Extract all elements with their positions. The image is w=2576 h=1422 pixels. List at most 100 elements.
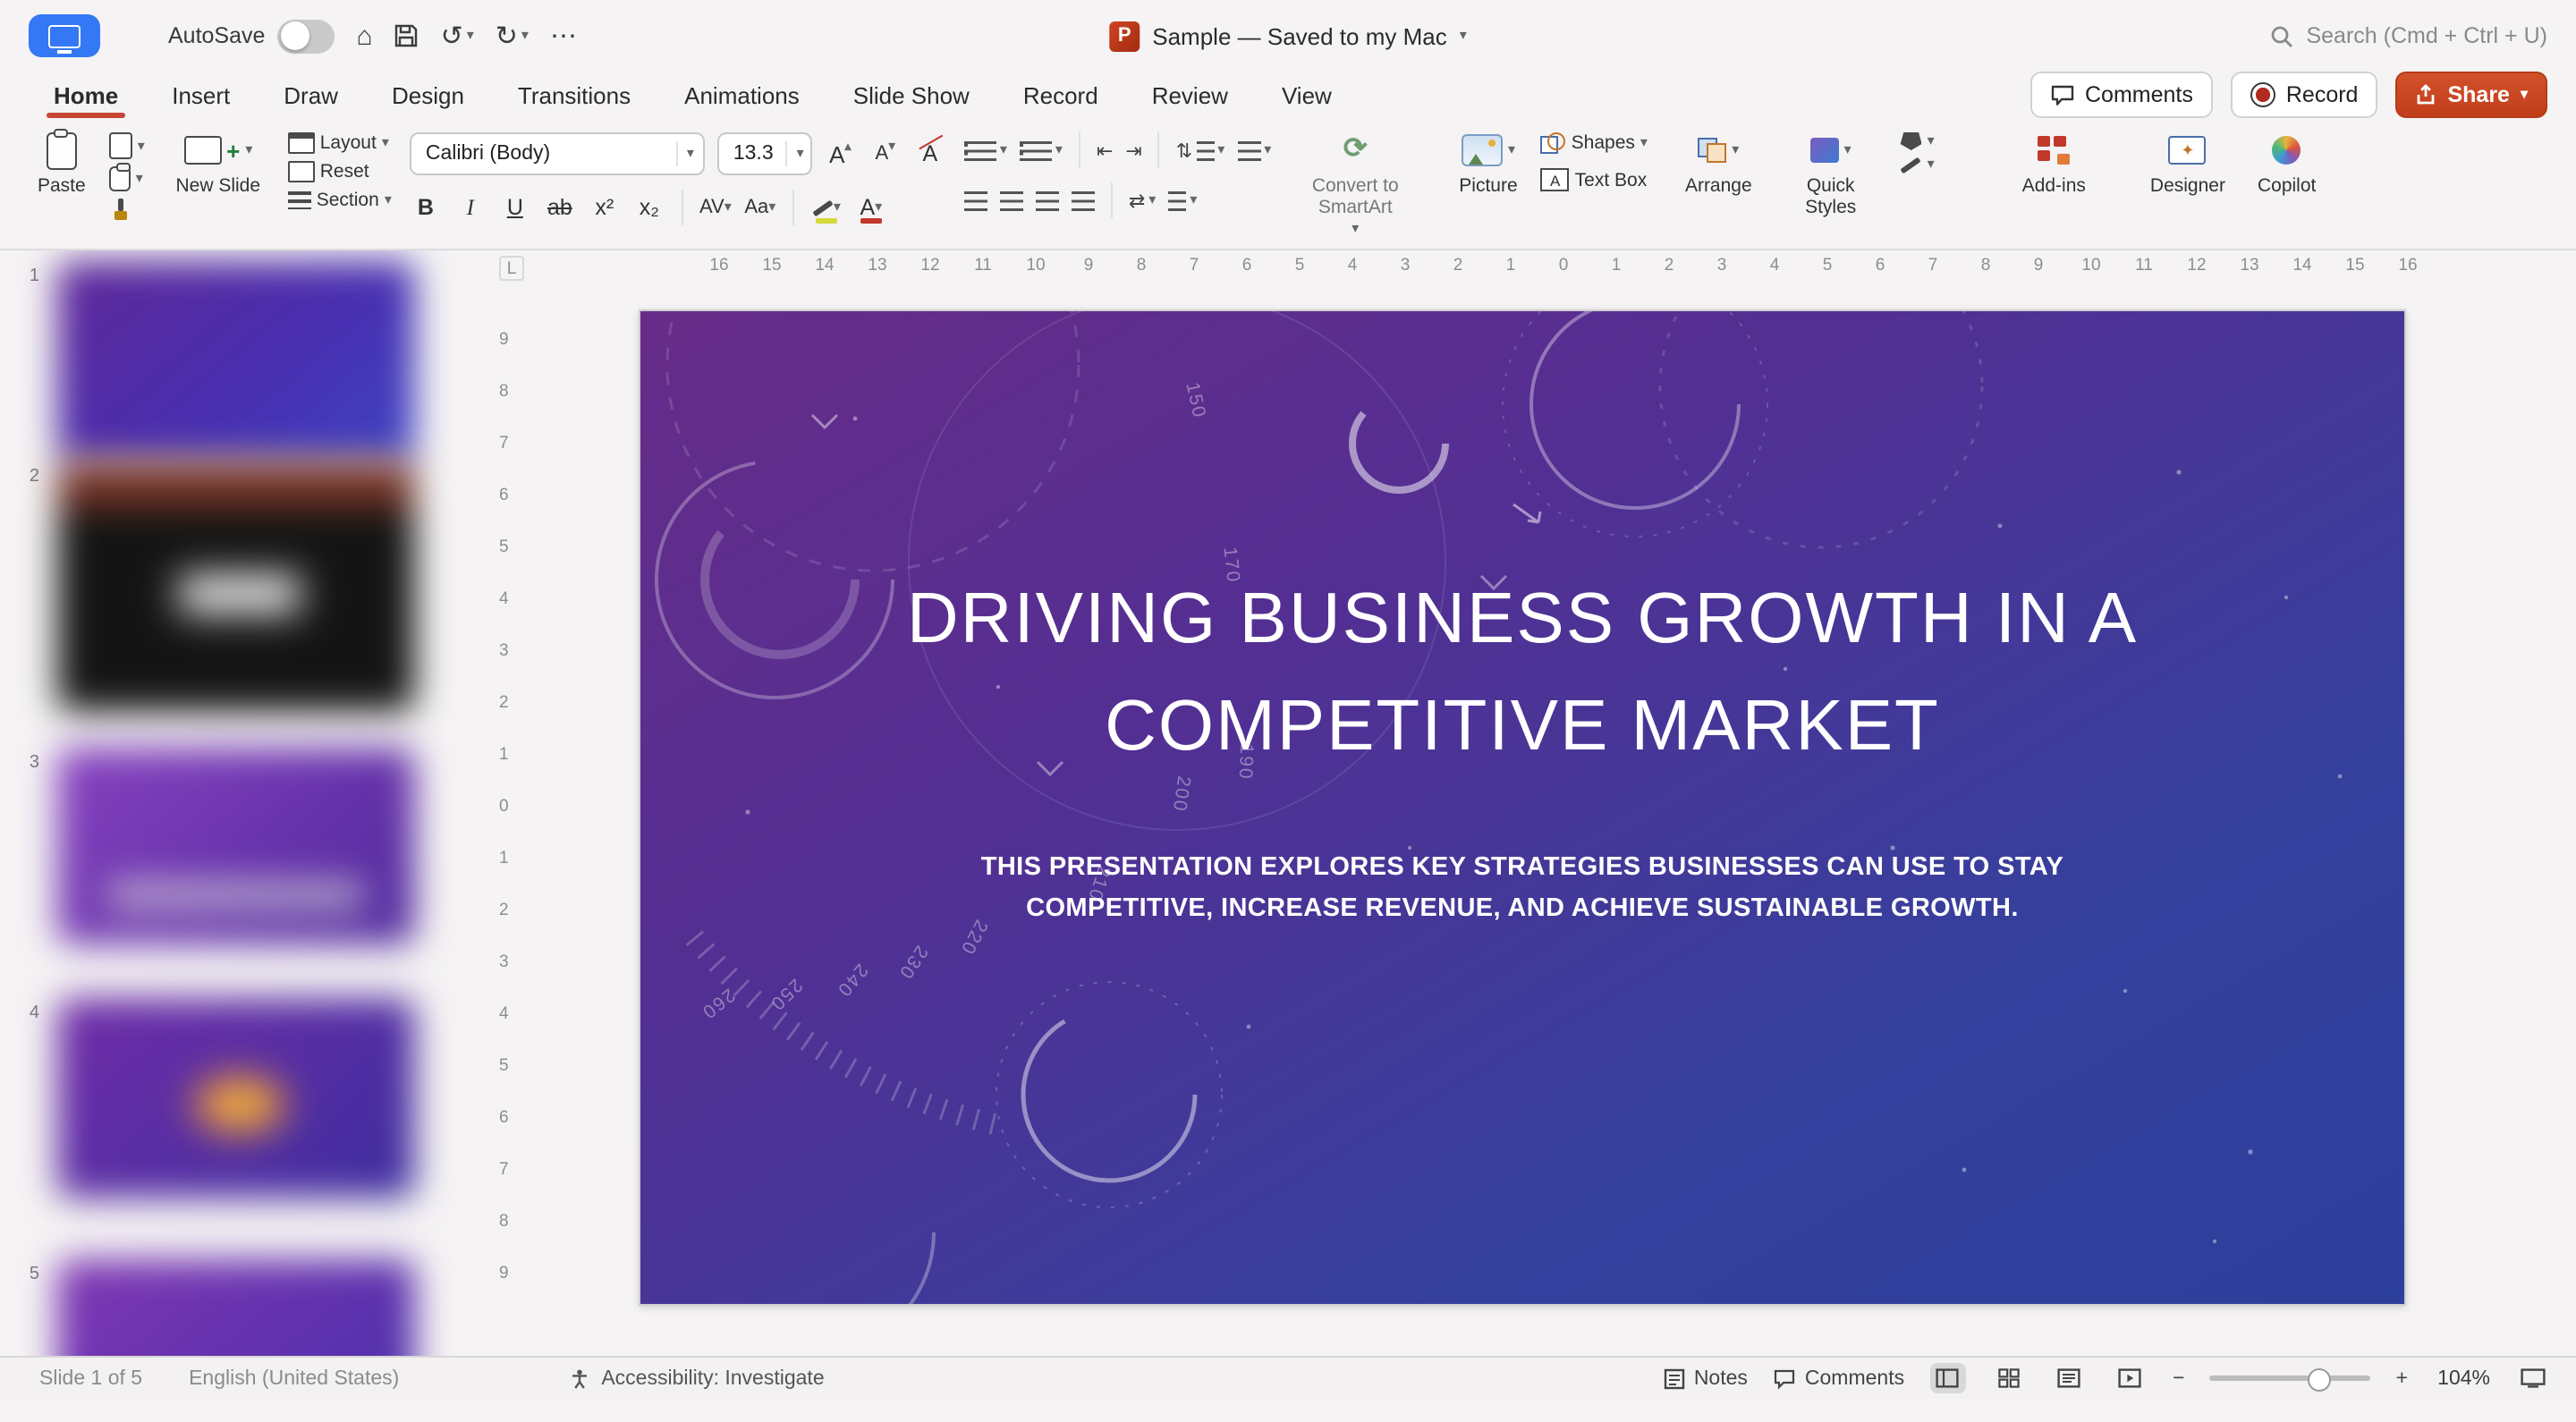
tab-insert[interactable]: Insert [172,72,230,118]
autosave-toggle[interactable] [277,19,335,53]
slide-thumbnail-3[interactable] [57,748,415,944]
horizontal-ruler[interactable]: L 16 15 14 13 12 11 10 9 8 7 6 5 4 3 2 1 0 1 2 3 4 5 6 7 8 9 10 11 1… [485,250,2576,283]
slide-title[interactable]: DRIVING BUSINESS GROWTH IN A COMPETITIVE… [640,565,2404,780]
tab-review[interactable]: Review [1152,72,1228,118]
record-button[interactable]: Record [2230,72,2378,118]
text-direction-button[interactable]: ⇄ ▾ [1129,189,1156,212]
save-button[interactable] [394,23,419,48]
text-highlight-button[interactable]: ▾ [810,190,843,225]
font-color-button[interactable]: A ▾ [855,190,887,225]
numbering-button[interactable]: ▾ [1019,140,1063,160]
normal-view-button[interactable] [1929,1363,1966,1393]
underline-button[interactable]: U [499,190,531,225]
bold-button[interactable]: B [410,190,442,225]
accessibility-status[interactable]: Accessibility: Investigate [569,1367,825,1389]
superscript-button[interactable]: x² [589,190,621,225]
tab-record[interactable]: Record [1023,72,1098,118]
slideshow-view-button[interactable] [2112,1363,2148,1393]
shrink-font-button[interactable]: A ▾ [869,136,902,172]
slide-thumbnail-1[interactable] [57,261,415,461]
add-ins-button[interactable]: Add-ins [2013,123,2095,202]
zoom-slider[interactable] [2209,1367,2371,1391]
tab-home[interactable]: Home [46,72,126,118]
paste-options-button[interactable]: ▾ [108,163,145,191]
zoom-level[interactable]: 104% [2433,1367,2490,1389]
home-button[interactable]: ⌂ [356,21,372,51]
undo-button[interactable]: ↺ ▾ [441,20,474,52]
language-selector[interactable]: English (United States) [189,1367,399,1389]
bullets-button[interactable]: ▾ [963,140,1007,160]
zoom-in-button[interactable]: + [2396,1367,2408,1389]
slide-thumbnail-2[interactable] [57,461,415,712]
decrease-indent-button[interactable]: ⇤ [1097,139,1113,162]
tab-draw[interactable]: Draw [284,72,338,118]
italic-button[interactable]: I [454,190,487,225]
accessibility-label: Accessibility: Investigate [601,1367,825,1389]
shapes-button[interactable]: Shapes ▾ [1540,132,1648,154]
tab-view[interactable]: View [1282,72,1332,118]
designer-button[interactable]: ✦ Designer [2141,123,2234,202]
fit-slide-button[interactable] [2515,1363,2551,1393]
section-button[interactable]: Section ▾ [287,190,392,211]
vertical-ruler[interactable]: 9 8 7 6 5 4 3 2 1 0 1 2 3 4 5 6 7 8 9 [485,283,528,1356]
document-title-menu[interactable]: P Sample — Saved to my Mac ▾ [1109,21,1467,51]
tab-stop-selector[interactable]: L [499,256,524,281]
slide-indicator[interactable]: Slide 1 of 5 [39,1367,142,1389]
strikethrough-button[interactable]: ab [544,190,576,225]
statusbar-comments-button[interactable]: Comments [1773,1367,1904,1389]
tab-slide-show[interactable]: Slide Show [853,72,970,118]
slide-sorter-view-button[interactable] [1990,1363,2026,1393]
tab-transitions[interactable]: Transitions [518,72,631,118]
subscript-button[interactable]: x₂ [633,190,665,225]
copilot-button[interactable]: Copilot [2249,123,2325,202]
character-spacing-button[interactable]: AV ▾ [699,190,732,225]
paste-button[interactable]: Paste [29,123,95,202]
reset-button[interactable]: Reset [287,161,392,182]
slide-canvas[interactable]: 150 170 190 200 210 220 230 240 250 260 DRIVING B… [528,283,2576,1356]
zoom-out-button[interactable]: − [2173,1367,2184,1389]
comments-button[interactable]: Comments [2029,72,2213,118]
arrange-button[interactable]: ▾ Arrange [1676,123,1761,202]
slide-subtitle[interactable]: THIS PRESENTATION EXPLORES KEY STRATEGIE… [764,848,2281,930]
slide[interactable]: 150 170 190 200 210 220 230 240 250 260 DRIVING B… [639,309,2406,1306]
slide-thumbnail-5[interactable] [57,1259,415,1356]
quick-styles-button[interactable]: ▾ Quick Styles [1775,123,1886,224]
slide-thumbnail-panel[interactable]: 1 2 3 4 5 [0,250,485,1356]
grow-font-button[interactable]: A ▾ [825,136,857,172]
justify-button[interactable] [1071,190,1095,210]
align-center-button[interactable] [999,190,1023,210]
change-case-button[interactable]: Aa ▾ [744,190,776,225]
notes-button[interactable]: Notes [1664,1367,1748,1389]
slide-thumbnail-4[interactable] [57,998,415,1198]
text-box-button[interactable]: A Text Box [1540,168,1648,191]
app-window-button[interactable] [29,14,100,57]
tab-design[interactable]: Design [392,72,464,118]
reading-view-button[interactable] [2051,1363,2087,1393]
font-size-select[interactable]: 13.3 ▾ [716,132,812,175]
comments-label: Comments [2085,82,2193,107]
shape-outline-button[interactable]: ▾ [1901,156,1935,174]
shape-fill-button[interactable]: ▾ [1900,132,1935,150]
picture-button[interactable]: ▾ Picture [1450,123,1526,202]
columns-button[interactable]: ▾ [1237,140,1271,160]
share-button[interactable]: Share ▾ [2395,72,2547,118]
tab-animations[interactable]: Animations [684,72,800,118]
font-name-select[interactable]: Calibri (Body) ▾ [409,132,705,175]
format-painter-button[interactable] [109,199,145,222]
more-commands-button[interactable]: ⋯ [550,20,577,52]
clear-formatting-button[interactable]: A [914,134,946,172]
record-label: Record [2285,82,2359,107]
increase-indent-button[interactable]: ⇥ [1125,139,1141,162]
zoom-slider-knob[interactable] [2308,1367,2332,1391]
new-slide-button[interactable]: + ▾ New Slide [163,123,274,202]
copy-button[interactable]: ▾ [108,127,145,159]
align-text-button[interactable]: ▾ [1168,190,1197,210]
autosave-control[interactable]: AutoSave [168,19,335,53]
line-spacing-button[interactable]: ⇅ ▾ [1176,139,1224,162]
convert-smartart-button[interactable]: ⟳ Convert to SmartArt ▾ [1289,123,1421,241]
layout-button[interactable]: Layout ▾ [287,132,392,154]
redo-button[interactable]: ↻ ▾ [496,20,529,52]
search-field[interactable]: Search (Cmd + Ctrl + U) [2270,23,2547,48]
align-right-button[interactable] [1035,190,1059,210]
align-left-button[interactable] [963,190,987,210]
